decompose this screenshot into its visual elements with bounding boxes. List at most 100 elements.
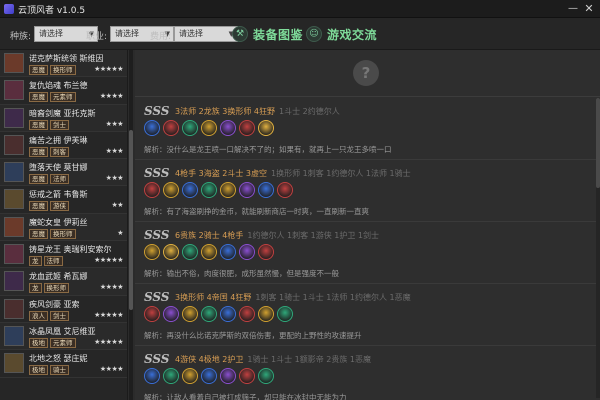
hero-avatar (4, 53, 24, 73)
hero-list-item[interactable]: 痛苦之拥 伊芙琳 恶魔 刺客 ★★★ (0, 132, 127, 160)
hero-name: 龙血武姬 希瓦娜 (29, 272, 88, 282)
hero-tags: 恶魔 刺客 (29, 146, 69, 157)
hero-list: 诺克萨斯统领 斯维因 恶魔 换形师 ★★★★★ 复仇焰魂 布兰德 恶魔 元素师 ★★★★ 暗裔剑… (0, 50, 128, 400)
cost-filter-value: 请选择 (179, 29, 203, 38)
champion-portrait[interactable] (220, 182, 236, 198)
comp-entry[interactable]: SSS 4枪手 3海盗 2斗士 3虚空 1换形师 1刺客 1约德尔人 1法师 1骑士… (135, 160, 600, 222)
champion-portrait[interactable] (258, 244, 274, 260)
hero-tag: 换形师 (50, 228, 76, 239)
champion-portrait[interactable] (201, 306, 217, 322)
champion-portrait[interactable] (182, 182, 198, 198)
comp-description: 解析：再没什么比诺克萨斯的双倍伤害，更配的上野性的攻速提升 (144, 331, 362, 340)
hero-tag: 换形师 (50, 65, 76, 75)
champion-portrait[interactable] (277, 182, 293, 198)
synergy-text: 4枪手 3海盗 2斗士 3虚空 1换形师 1刺客 1约德尔人 1法师 1骑士 (175, 168, 411, 179)
hero-list-item[interactable]: 惩戒之箭 韦鲁斯 恶魔 游侠 ★★ (0, 186, 127, 214)
hero-tag: 恶魔 (29, 146, 48, 157)
hero-tag: 恶魔 (29, 65, 48, 75)
item-guide-button[interactable]: ⚒ 装备图鉴 (232, 24, 303, 44)
hero-list-item[interactable]: 冰晶凤凰 艾尼维亚 极地 元素师 ★★★★★ (0, 322, 127, 351)
comp-scrollbar[interactable] (596, 98, 600, 398)
champion-portrait[interactable] (163, 120, 179, 136)
hero-list-item[interactable]: 诺克萨斯统领 斯维因 恶魔 换形师 ★★★★★ (0, 50, 127, 78)
champion-portrait[interactable] (220, 244, 236, 260)
champion-portrait[interactable] (239, 182, 255, 198)
champion-portrait[interactable] (163, 182, 179, 198)
synergy-main: 3法师 2龙族 3换形师 4狂野 (175, 107, 275, 116)
cost-filter-select[interactable]: 请选择 ▼ (174, 26, 238, 42)
hero-name: 惩戒之箭 韦鲁斯 (29, 190, 88, 200)
hero-rating: ★★★ (105, 119, 124, 128)
champion-portrait[interactable] (144, 120, 160, 136)
race-filter-value: 请选择 (39, 29, 63, 38)
champion-row (144, 182, 293, 198)
hero-tag: 刺客 (50, 146, 69, 157)
champion-portrait[interactable] (258, 306, 274, 322)
title-bar: 云顶风者 v1.0.5 — ✕ (0, 0, 600, 18)
comp-entry[interactable]: SSS 6贵族 2骑士 4枪手 1约德尔人 1刺客 1游侠 1护卫 1剑士 解析：输出… (135, 222, 600, 284)
item-guide-label: 装备图鉴 (253, 27, 304, 42)
champion-portrait[interactable] (220, 368, 236, 384)
hero-tag: 剑士 (50, 119, 69, 130)
hero-list-item[interactable]: 疾风剑豪 亚索 浪人 剑士 ★★★★★ (0, 296, 127, 323)
champion-portrait[interactable] (163, 368, 179, 384)
champion-portrait[interactable] (258, 182, 274, 198)
hero-list-item[interactable]: 铸星龙王 奥瑞利安索尔龙法师 ★★★★★ (0, 241, 127, 269)
champion-portrait[interactable] (258, 368, 274, 384)
champion-portrait[interactable] (258, 120, 274, 136)
champion-portrait[interactable] (201, 244, 217, 260)
champion-row (144, 306, 293, 322)
help-icon[interactable]: ? (353, 60, 379, 86)
hero-list-item[interactable]: 龙血武姬 希瓦娜龙换形师 ★★★★ (0, 268, 127, 296)
hero-avatar (4, 162, 24, 183)
hero-list-item[interactable]: 魔蛇女皇 伊莉丝 恶魔 换形师 ★ (0, 213, 127, 242)
app-title: 云顶风者 v1.0.5 (18, 6, 86, 16)
champion-portrait[interactable] (182, 244, 198, 260)
champion-portrait[interactable] (239, 368, 255, 384)
champion-portrait[interactable] (220, 306, 236, 322)
champion-portrait[interactable] (144, 368, 160, 384)
scrollbar-thumb[interactable] (596, 98, 600, 188)
scrollbar-thumb[interactable] (129, 130, 133, 310)
champion-portrait[interactable] (201, 182, 217, 198)
comp-entry[interactable]: SSS 3法师 2龙族 3换形师 4狂野 1斗士 2约德尔人 解析：没什么是龙王喷一口… (135, 98, 600, 160)
wrench-icon: ⚒ (232, 26, 248, 42)
hero-tags: 龙法师 (29, 256, 63, 267)
champion-portrait[interactable] (201, 368, 217, 384)
champion-portrait[interactable] (239, 120, 255, 136)
comp-entry[interactable]: SSS 4游侠 4极地 2护卫 1骑士 1斗士 1额影帝 2贵族 1恶魔 解析：让敌人… (135, 346, 600, 400)
champion-portrait[interactable] (201, 120, 217, 136)
champion-portrait[interactable] (163, 306, 179, 322)
hero-tag: 恶魔 (29, 92, 48, 103)
hero-list-scrollbar[interactable] (129, 50, 133, 400)
champion-portrait[interactable] (239, 306, 255, 322)
champion-portrait[interactable] (144, 244, 160, 260)
hero-list-item[interactable]: 复仇焰魂 布兰德 恶魔 元素师 ★★★★ (0, 77, 127, 105)
community-label: 游戏交流 (327, 27, 378, 42)
hero-rating: ★★★ (105, 146, 124, 155)
hero-tag: 法师 (43, 256, 63, 267)
comp-description: 解析：没什么是龙王喷一口解决不了的；如果有，就再上一只龙王多喷一口 (144, 145, 392, 154)
comp-entry[interactable]: SSS 3换形师 4帝国 4狂野 1刺客 1骑士 1斗士 1法师 1约德尔人 1恶魔… (135, 284, 600, 346)
champion-portrait[interactable] (239, 244, 255, 260)
minimize-button[interactable]: — (566, 2, 580, 16)
champion-portrait[interactable] (277, 306, 293, 322)
divider (135, 96, 600, 97)
champion-portrait[interactable] (182, 306, 198, 322)
champion-portrait[interactable] (163, 244, 179, 260)
champion-portrait[interactable] (182, 368, 198, 384)
synergy-text: 6贵族 2骑士 4枪手 1约德尔人 1刺客 1游侠 1护卫 1剑士 (175, 230, 379, 241)
community-button[interactable]: ☺ 游戏交流 (306, 24, 377, 44)
hero-list-item[interactable]: 暗裔剑魔 亚托克斯 恶魔 剑士 ★★★ (0, 104, 127, 132)
champion-portrait[interactable] (182, 120, 198, 136)
hero-tag: 极地 (29, 337, 48, 348)
champion-portrait[interactable] (144, 182, 160, 198)
hero-tags: 极地 元素师 (29, 337, 76, 348)
hero-list-item[interactable]: 堕落天使 莫甘娜 恶魔 法师 ★★★ (0, 159, 127, 187)
champion-portrait[interactable] (220, 120, 236, 136)
hero-tag: 龙 (29, 256, 42, 267)
comp-description: 解析：让敌人看着自己被打成筛子，却只能在冰封中无能为力 (144, 393, 347, 400)
close-button[interactable]: ✕ (582, 2, 596, 16)
hero-list-item[interactable]: 北地之怒 瑟庄妮 极地 骑士 ★★★★ (0, 350, 127, 378)
champion-portrait[interactable] (144, 306, 160, 322)
